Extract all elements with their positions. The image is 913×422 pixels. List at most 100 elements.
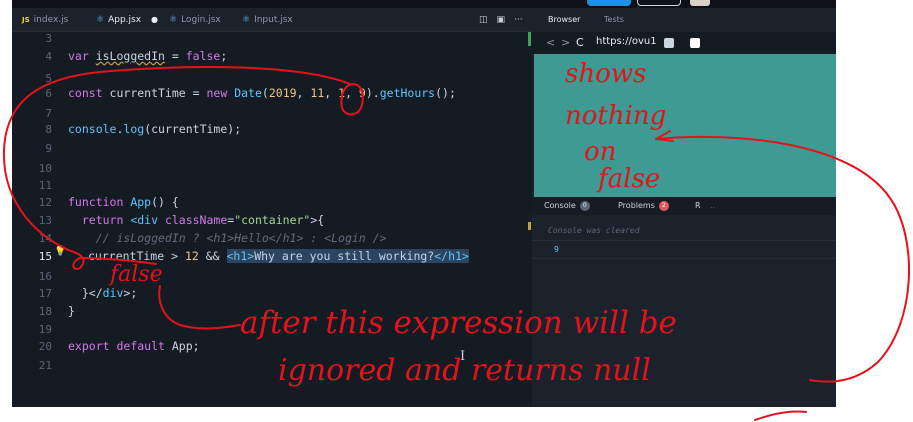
user-avatar[interactable] <box>690 0 710 6</box>
console-divider <box>532 240 836 241</box>
code-token: >; <box>123 286 138 300</box>
editor-tab-bar: JS index.js ⚛ App.jsx ● ⚛ Login.jsx ⚛ In… <box>12 8 532 32</box>
code-token: console <box>68 122 117 136</box>
react-icon: ⚛ <box>242 15 251 25</box>
forward-icon[interactable]: > <box>561 36 570 49</box>
tab-label: App.jsx <box>108 15 142 25</box>
code-line-20: export default App; <box>68 339 200 353</box>
code-token: App <box>130 195 152 209</box>
tab-label: Problems <box>618 201 655 210</box>
line-number-current: 15 <box>38 250 52 263</box>
tab-tests[interactable]: Tests <box>604 8 624 32</box>
code-line-6: const currentTime = new Date(2019, 11, 1… <box>68 86 456 100</box>
code-token: 9 <box>358 86 366 100</box>
tab-label: Login.jsx <box>181 15 221 25</box>
code-token: </h1> <box>434 249 469 263</box>
more-tabs-icon[interactable]: .. <box>710 197 715 215</box>
url-input[interactable]: https://ovu1 <box>596 36 657 47</box>
code-token: (); <box>435 86 456 100</box>
unsaved-dot-icon[interactable]: ● <box>151 8 158 32</box>
browser-pane: Browser Tests < > C https://ovu1 Console… <box>532 8 836 407</box>
code-token: currentTime > <box>88 249 185 263</box>
code-token: const <box>68 86 110 100</box>
open-new-window-icon[interactable] <box>664 38 674 48</box>
code-token: && <box>198 249 227 263</box>
line-number: 5 <box>45 72 52 85</box>
code-token: false <box>185 49 221 63</box>
tab-login-jsx[interactable]: ⚛ Login.jsx <box>169 8 221 32</box>
code-token: Why are you still working? <box>254 249 435 263</box>
text-cursor-icon: I <box>460 349 466 364</box>
selected-code: <h1>Why are you still working?</h1> <box>226 249 469 263</box>
toolbar-primary-button[interactable] <box>587 0 631 6</box>
code-token: }</ <box>68 286 103 300</box>
react-icon: ⚛ <box>96 15 105 25</box>
code-token: ). <box>365 86 380 100</box>
code-line-18: } <box>68 304 75 318</box>
tab-browser[interactable]: Browser <box>548 8 580 32</box>
code-token: App; <box>171 339 200 353</box>
console-output[interactable]: Console was cleared 9 <box>532 215 836 407</box>
toolbar-secondary-button[interactable] <box>637 0 681 6</box>
lightbulb-icon[interactable]: 💡 <box>54 246 66 257</box>
code-token: = <box>164 49 186 63</box>
code-token: new <box>206 86 235 100</box>
code-line-12: function App() { <box>68 195 179 209</box>
line-number: 9 <box>45 142 52 155</box>
tab-react-devtools[interactable]: R <box>695 197 701 215</box>
code-line-8: console.log(currentTime); <box>68 122 241 136</box>
console-message: Console was cleared <box>548 226 640 235</box>
tab-console[interactable]: Console 0 <box>544 197 590 215</box>
code-token: , <box>296 86 311 100</box>
preview-viewport[interactable] <box>534 54 836 197</box>
code-token: default <box>116 339 172 353</box>
back-icon[interactable]: < <box>546 36 555 49</box>
code-token: return <box>68 213 131 227</box>
address-bar: < > C https://ovu1 <box>532 32 836 54</box>
split-editor-icon[interactable]: ◫ <box>479 15 488 25</box>
line-number: 6 <box>45 87 52 100</box>
preview-icon[interactable]: ▣ <box>497 15 506 25</box>
code-token: className <box>164 213 228 227</box>
line-number: 10 <box>38 162 52 175</box>
react-icon: ⚛ <box>169 15 178 25</box>
reload-icon[interactable]: C <box>576 36 584 49</box>
git-modified-marker <box>528 222 531 230</box>
line-number: 18 <box>38 305 52 318</box>
line-number: 3 <box>45 32 52 45</box>
line-number: 20 <box>38 340 52 353</box>
code-token: getHours <box>379 86 436 100</box>
code-token: 2019 <box>268 86 297 100</box>
code-token: Date <box>234 86 262 100</box>
code-token: 12 <box>184 249 199 263</box>
js-icon: JS <box>22 16 30 24</box>
console-log-value: 9 <box>554 245 559 254</box>
line-number: 12 <box>38 196 52 209</box>
code-token: 11 <box>310 86 325 100</box>
tab-input-jsx[interactable]: ⚛ Input.jsx <box>242 8 293 32</box>
code-editor[interactable]: 3 4 5 6 7 8 9 10 11 12 13 14 15 16 17 18… <box>12 32 532 407</box>
problems-count-badge: 2 <box>658 200 669 211</box>
code-line-17: }</div>; <box>68 286 137 300</box>
more-icon[interactable]: ··· <box>514 15 523 25</box>
tab-index-js[interactable]: JS index.js <box>22 8 68 32</box>
code-token: , <box>345 86 359 100</box>
console-divider <box>532 258 836 259</box>
line-number: 19 <box>38 323 52 336</box>
line-number: 8 <box>45 123 52 136</box>
code-line-4: var isLoggedIn = false; <box>68 49 227 63</box>
code-token: var <box>68 49 96 63</box>
fullscreen-icon[interactable] <box>690 38 700 48</box>
editor-tools: ◫ ▣ ··· <box>479 8 523 32</box>
line-number: 16 <box>38 270 52 283</box>
line-number: 7 <box>45 107 52 120</box>
code-token: export <box>68 339 117 353</box>
code-token: () { <box>151 195 179 209</box>
tab-problems[interactable]: Problems 2 <box>618 197 669 215</box>
line-number: 4 <box>45 50 52 63</box>
code-line-13: return <div className="container">{ <box>68 213 324 227</box>
tab-app-jsx[interactable]: ⚛ App.jsx ● <box>96 8 158 32</box>
code-token: "container" <box>234 213 311 227</box>
code-token: (currentTime); <box>144 122 242 136</box>
code-token: <div <box>130 213 165 227</box>
